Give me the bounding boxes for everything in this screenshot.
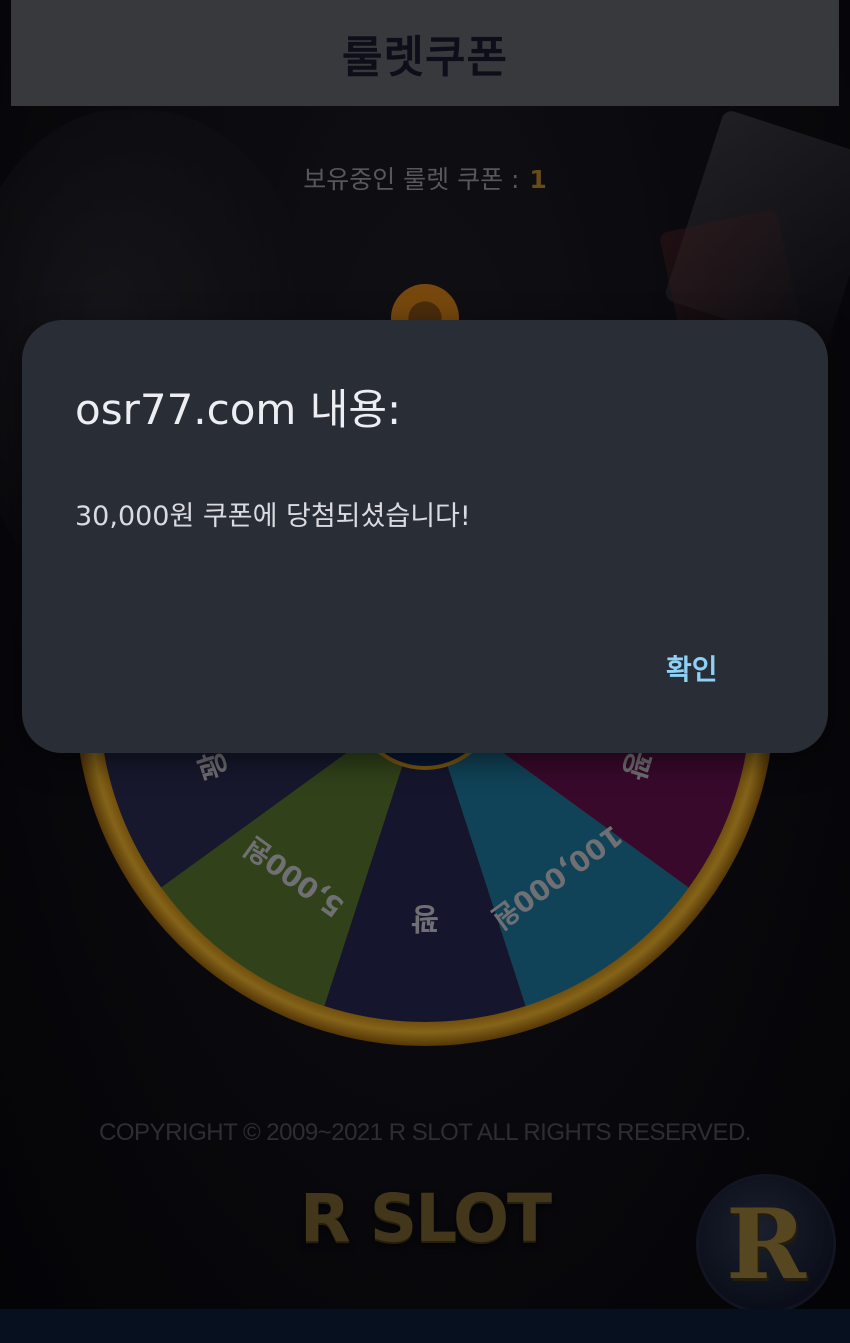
page-title: 룰렛쿠폰	[342, 32, 508, 83]
r-badge-button[interactable]: R	[699, 1177, 833, 1311]
coupon-count-value: 1	[529, 165, 547, 194]
bottom-navigation-bar	[0, 1309, 850, 1343]
r-badge-icon: R	[726, 1187, 806, 1301]
coupon-count-label: 보유중인 룰렛 쿠폰 :	[303, 165, 528, 194]
confirm-button[interactable]: 확인	[652, 642, 732, 694]
dialog-title: osr77.com 내용:	[75, 385, 402, 434]
wheel-segment-label: 꽝	[411, 900, 439, 935]
dialog-message: 30,000원 쿠폰에 당첨되셨습니다!	[75, 501, 471, 532]
page-header: 룰렛쿠폰	[11, 0, 839, 106]
copyright-text: COPYRIGHT © 2009~2021 R SLOT ALL RIGHTS …	[99, 1119, 751, 1146]
coupon-count: 보유중인 룰렛 쿠폰 : 1	[0, 160, 850, 196]
roulette-coupon-page: 룰렛쿠폰 보유중인 룰렛 쿠폰 : 1 꽝 5,000원 꽝 100,000원 꽝 CO…	[0, 0, 850, 1343]
alert-dialog: osr77.com 내용: 30,000원 쿠폰에 당첨되셨습니다! 확인	[22, 320, 828, 753]
